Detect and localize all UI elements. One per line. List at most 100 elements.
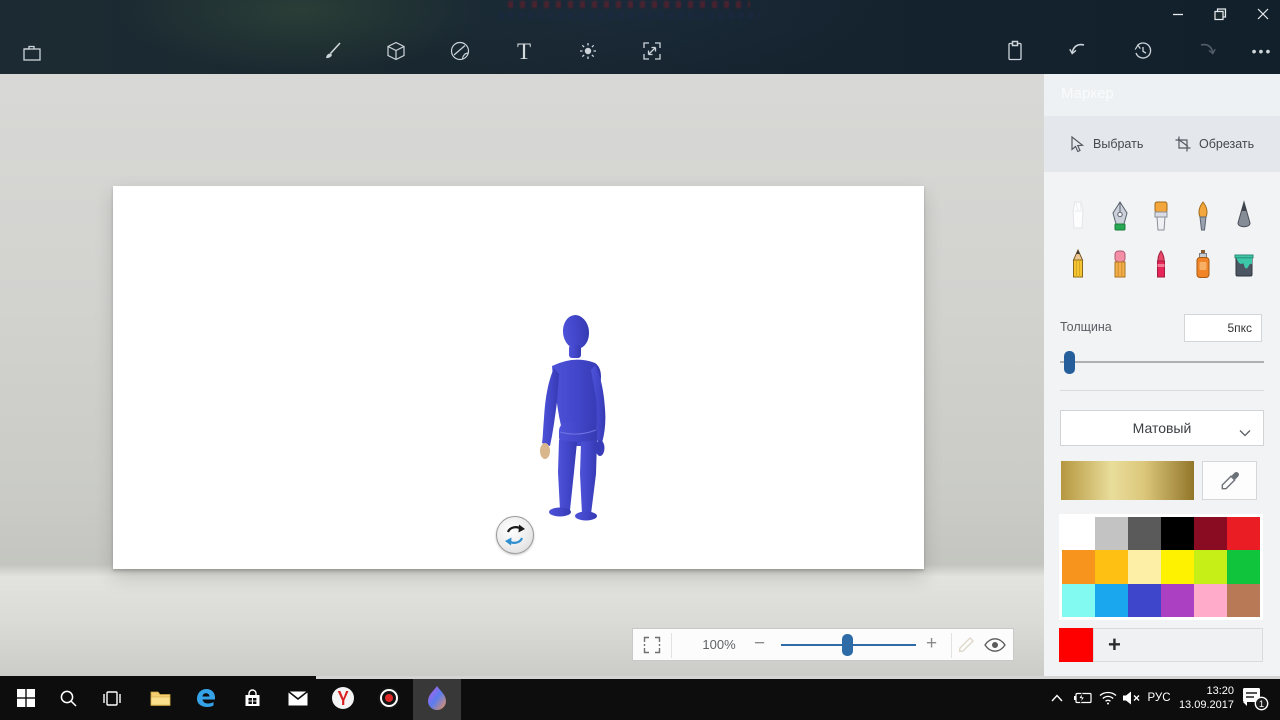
clock[interactable]: 13:20 13.09.2017: [1176, 676, 1234, 720]
divider: [671, 633, 672, 658]
mail-icon[interactable]: [276, 676, 320, 720]
brush-paint-brush[interactable]: [1143, 194, 1179, 238]
palette-color[interactable]: [1161, 584, 1194, 617]
eyedropper-button[interactable]: [1202, 461, 1257, 500]
thickness-slider-track[interactable]: [1060, 361, 1264, 363]
menu-button[interactable]: [11, 32, 53, 74]
palette-color[interactable]: [1095, 550, 1128, 583]
text-tool-glyph: T: [517, 40, 531, 63]
palette-color[interactable]: [1194, 550, 1227, 583]
history-button[interactable]: [1122, 30, 1164, 72]
tray-date: 13.09.2017: [1179, 698, 1234, 712]
palette-color[interactable]: [1227, 517, 1260, 550]
window-bottom-edge: [316, 676, 1280, 679]
wifi-icon[interactable]: [1096, 676, 1120, 720]
palette-color[interactable]: [1062, 550, 1095, 583]
brush-calligraphy-pen[interactable]: [1102, 194, 1138, 238]
language-indicator[interactable]: РУС: [1142, 676, 1176, 720]
cutoff-overlay-text: [498, 12, 760, 19]
divider: [951, 633, 952, 658]
zoom-slider-handle[interactable]: [842, 634, 853, 656]
color-palette: [1059, 514, 1263, 620]
store-icon[interactable]: [230, 676, 274, 720]
brushes-tool-button[interactable]: [311, 30, 353, 72]
rotate-z-handle[interactable]: [496, 516, 534, 554]
panel-header: Маркер: [1044, 74, 1280, 116]
screen: T: [0, 0, 1280, 720]
zoom-toolbar: 100% − +: [632, 628, 1014, 661]
palette-grid: [1062, 517, 1260, 617]
palette-color[interactable]: [1095, 517, 1128, 550]
palette-color[interactable]: [1128, 550, 1161, 583]
restore-button[interactable]: [1205, 0, 1235, 28]
palette-color[interactable]: [1095, 584, 1128, 617]
edge-browser-icon[interactable]: [184, 676, 228, 720]
battery-icon[interactable]: [1070, 676, 1096, 720]
eye-icon[interactable]: [983, 636, 1007, 659]
panel-actions: Выбрать Обрезать: [1044, 116, 1280, 172]
thickness-slider-handle[interactable]: [1064, 351, 1075, 374]
ellipsis-icon: •••: [1252, 43, 1273, 59]
brush-pixel-pen[interactable]: [1226, 194, 1262, 238]
undo-button[interactable]: [1057, 30, 1099, 72]
zoom-in-button[interactable]: +: [926, 629, 937, 660]
paste-button[interactable]: [994, 30, 1036, 72]
current-color-swatch[interactable]: [1059, 628, 1093, 662]
palette-color[interactable]: [1062, 517, 1095, 550]
yandex-browser-icon[interactable]: [321, 676, 365, 720]
material-color-swatch[interactable]: [1061, 461, 1194, 500]
tool-options-panel: Маркер Выбрать Обрезать: [1044, 74, 1280, 676]
brush-marker[interactable]: [1060, 194, 1096, 238]
paint3d-app-icon[interactable]: [413, 676, 461, 720]
finish-value: Матовый: [1133, 420, 1192, 436]
palette-color[interactable]: [1128, 517, 1161, 550]
canvas-tool-button[interactable]: [631, 30, 673, 72]
3d-shapes-tool-button[interactable]: [375, 30, 417, 72]
task-view-icon[interactable]: [90, 676, 134, 720]
screen-recorder-icon[interactable]: [367, 676, 411, 720]
palette-color[interactable]: [1227, 584, 1260, 617]
workspace: 100% − +: [0, 74, 1044, 676]
taskbar: РУС 13:20 13.09.2017 1: [0, 676, 1280, 720]
add-color-button[interactable]: +: [1093, 628, 1263, 662]
brush-fill-bucket[interactable]: [1226, 242, 1262, 286]
brush-grid: [1060, 194, 1262, 290]
brush-oil-brush[interactable]: [1185, 194, 1221, 238]
palette-color[interactable]: [1161, 517, 1194, 550]
tray-chevron-icon[interactable]: [1046, 676, 1068, 720]
text-tool-button[interactable]: T: [503, 30, 545, 72]
pencil-icon[interactable]: [957, 636, 975, 659]
stickers-tool-button[interactable]: [439, 30, 481, 72]
plus-icon: +: [1108, 634, 1121, 656]
crop-button[interactable]: Обрезать: [1175, 130, 1254, 158]
palette-color[interactable]: [1227, 550, 1260, 583]
select-button[interactable]: Выбрать: [1070, 130, 1143, 158]
palette-color[interactable]: [1062, 584, 1095, 617]
select-label: Выбрать: [1093, 137, 1143, 151]
thickness-input[interactable]: 5пкс: [1184, 314, 1262, 342]
3d-human-figure[interactable]: [535, 312, 610, 527]
notification-center-icon[interactable]: 1: [1238, 676, 1272, 720]
drawing-canvas[interactable]: [113, 186, 924, 569]
search-icon[interactable]: [46, 676, 90, 720]
more-menu-button[interactable]: •••: [1241, 30, 1280, 72]
fit-to-view-button[interactable]: [642, 635, 662, 660]
effects-tool-button[interactable]: [567, 30, 609, 72]
start-button[interactable]: [4, 676, 48, 720]
brush-crayon[interactable]: [1143, 242, 1179, 286]
palette-color[interactable]: [1194, 517, 1227, 550]
close-button[interactable]: [1248, 0, 1278, 28]
zoom-out-button[interactable]: −: [754, 629, 765, 660]
brush-pencil[interactable]: [1060, 242, 1096, 286]
redo-button[interactable]: [1186, 30, 1228, 72]
minimize-button[interactable]: [1163, 0, 1193, 28]
brush-spray-can[interactable]: [1185, 242, 1221, 286]
palette-color[interactable]: [1161, 550, 1194, 583]
palette-color[interactable]: [1194, 584, 1227, 617]
finish-dropdown[interactable]: Матовый: [1060, 410, 1264, 446]
cutoff-overlay-text: [508, 1, 750, 8]
file-explorer-icon[interactable]: [138, 676, 182, 720]
palette-color[interactable]: [1128, 584, 1161, 617]
volume-muted-icon[interactable]: [1118, 676, 1144, 720]
brush-eraser[interactable]: [1102, 242, 1138, 286]
